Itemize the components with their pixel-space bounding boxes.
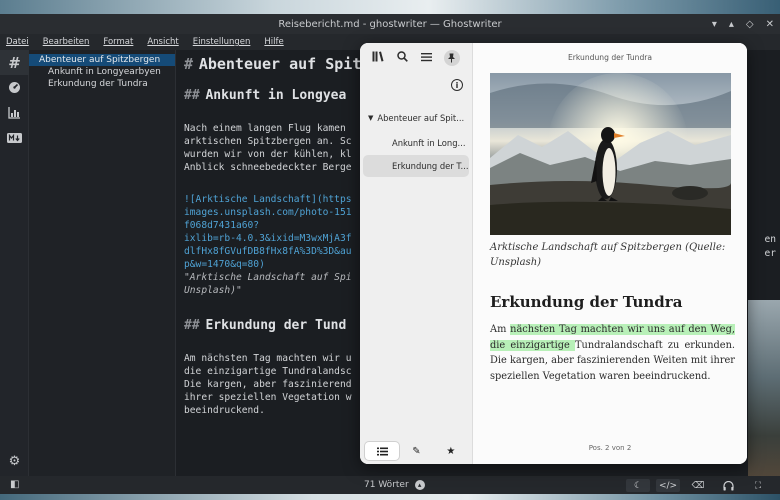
- minimize-icon[interactable]: ▾: [712, 19, 717, 30]
- restore-icon[interactable]: ▴: [729, 19, 734, 30]
- editor-link-line: ixlib=rb-4.0.3&ixid=M3wxMjA3f: [184, 233, 352, 244]
- background-preview-edge: en er: [748, 86, 780, 500]
- word-count-label: 71 Wörter: [364, 480, 409, 490]
- expand-triangle-icon[interactable]: ▼: [368, 114, 373, 122]
- fullscreen-icon[interactable]: ⛶: [746, 479, 770, 492]
- image-caption: Arktische Landschaft auf Spitzbergen (Qu…: [490, 242, 726, 268]
- editor-link-line: ![Arktische Landschaft](https: [184, 194, 352, 205]
- menu-format[interactable]: Format: [103, 37, 133, 47]
- menu-ansicht[interactable]: Ansicht: [147, 37, 178, 47]
- preview-content: Erkundung der Tundra Arktische Landschaf…: [473, 43, 747, 464]
- pencil-icon[interactable]: ✎: [399, 442, 433, 460]
- search-icon[interactable]: [397, 51, 409, 65]
- status-buttons: ☾ </> ⌫ ⛶: [626, 479, 770, 492]
- editor-line: arktischen Spitzbergen an. Sc: [184, 136, 352, 147]
- editor-line: Am nächsten Tag machten wir u: [184, 353, 352, 364]
- star-icon[interactable]: ★: [434, 442, 468, 460]
- editor-line: ihrer speziellen Vegetation w: [184, 392, 352, 403]
- pin-icon[interactable]: [443, 50, 460, 66]
- editor-h2-line: ## Ankunft in Longyea: [184, 88, 347, 103]
- background-image-edge: [748, 300, 780, 494]
- editor-line: beeindruckend.: [184, 405, 265, 416]
- preview-heading: Erkundung der Tundra: [490, 293, 683, 311]
- sidebar-iconbar: # ⚙: [0, 50, 29, 476]
- moon-icon[interactable]: ☾: [626, 479, 650, 492]
- popup-sidebar: i ▼ Abenteuer auf Spit... Ankunft in Lon…: [360, 43, 473, 464]
- toc-item-abenteuer[interactable]: ▼ Abenteuer auf Spit...: [368, 107, 468, 129]
- editor-line: Die kargen, aber faszinierend: [184, 379, 352, 390]
- code-icon[interactable]: </>: [656, 479, 680, 492]
- editor-line: wurden wir von der kühlen, kl: [184, 149, 352, 160]
- gear-icon[interactable]: ⚙: [0, 450, 29, 472]
- gauge-icon[interactable]: [0, 75, 29, 100]
- editor-caption-line: "Arktische Landschaft auf Spi: [184, 272, 352, 283]
- chevron-up-icon[interactable]: ▴: [414, 480, 425, 490]
- preview-popup: i ▼ Abenteuer auf Spit... Ankunft in Lon…: [360, 43, 747, 464]
- editor-line: Nach einem langen Flug kamen: [184, 123, 346, 134]
- overflow-text: en er: [764, 234, 776, 259]
- popup-toolbar: [360, 43, 472, 73]
- outline-panel: Abenteuer auf Spitzbergen Ankunft in Lon…: [29, 50, 176, 476]
- outline-item-abenteuer[interactable]: Abenteuer auf Spitzbergen: [29, 54, 175, 66]
- position-indicator: Pos. 2 von 2: [588, 444, 632, 452]
- window-title: Reisebericht.md - ghostwriter — Ghostwri…: [278, 18, 502, 30]
- status-bar: ◧ 71 Wörter ▴ ☾ </> ⌫ ⛶: [0, 476, 780, 494]
- toc-item-label: Abenteuer auf Spit...: [377, 113, 465, 123]
- toc-item-ankunft[interactable]: Ankunft in Long...: [364, 132, 468, 154]
- menu-hilfe[interactable]: Hilfe: [264, 37, 283, 47]
- preview-header: Erkundung der Tundra: [567, 53, 653, 62]
- hash-icon[interactable]: #: [0, 50, 29, 75]
- title-bar: Reisebericht.md - ghostwriter — Ghostwri…: [0, 14, 780, 34]
- editor-link-line: images.unsplash.com/photo-151: [184, 207, 352, 218]
- editor-h2-line: ## Erkundung der Tund: [184, 318, 347, 333]
- editor-link-line: p&w=1470&q=80): [184, 259, 265, 270]
- maximize-icon[interactable]: ◇: [746, 19, 754, 30]
- editor-caption-line: Unsplash)": [184, 285, 242, 296]
- editor-line: die einzigartige Tundralandsc: [184, 366, 352, 377]
- outline-item-ankunft[interactable]: Ankunft in Longyearbyen: [29, 66, 175, 78]
- word-count[interactable]: 71 Wörter ▴: [364, 480, 425, 490]
- editor-link-line: dlfHx8fGVufDB8fHx8fA%3D%3D&au: [184, 246, 352, 257]
- library-icon[interactable]: [372, 51, 385, 65]
- backspace-icon[interactable]: ⌫: [686, 479, 710, 492]
- markdown-icon[interactable]: [0, 125, 29, 150]
- info-icon[interactable]: i: [451, 79, 463, 91]
- preview-paragraph: Am nächsten Tag machten wir uns auf den …: [490, 324, 735, 382]
- list-icon[interactable]: [365, 442, 400, 460]
- editor-h1-line: # Abenteuer auf Spit: [184, 55, 362, 73]
- menu-bearbeiten[interactable]: Bearbeiten: [43, 37, 90, 47]
- popup-tab-bar: ✎ ★: [365, 442, 468, 460]
- window-controls: ▾ ▴ ◇ ✕: [712, 14, 774, 34]
- menu-icon[interactable]: [420, 52, 432, 65]
- menu-datei[interactable]: Datei: [6, 37, 29, 47]
- outline-item-erkundung[interactable]: Erkundung der Tundra: [29, 78, 175, 90]
- headphones-icon[interactable]: [716, 479, 740, 492]
- editor-link-line: f068d7431a60?: [184, 220, 260, 231]
- penguin-photo: [490, 73, 731, 235]
- toc-item-erkundung[interactable]: Erkundung der T...: [363, 155, 469, 177]
- editor-line: Anblick schneebedeckter Berge: [184, 162, 352, 173]
- chart-icon[interactable]: [0, 100, 29, 125]
- sidebar-toggle-icon[interactable]: ◧: [10, 479, 19, 490]
- close-icon[interactable]: ✕: [766, 19, 774, 30]
- menu-einstellungen[interactable]: Einstellungen: [193, 37, 251, 47]
